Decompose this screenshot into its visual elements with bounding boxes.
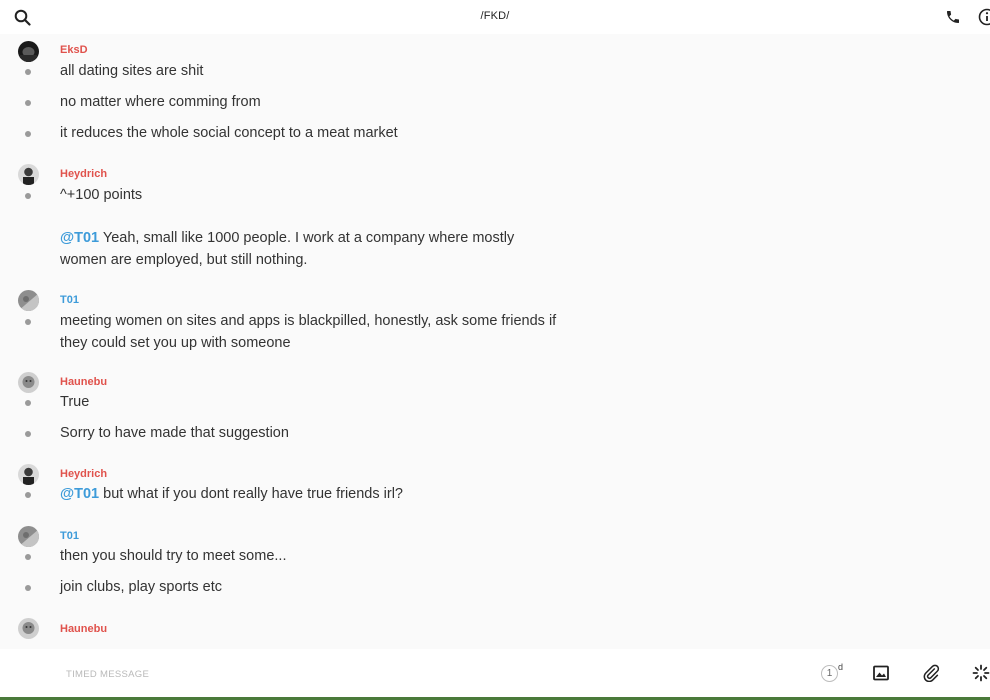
- avatar[interactable]: [18, 618, 39, 639]
- message-text: @T01 Yeah, small like 1000 people. I wor…: [60, 227, 560, 271]
- avatar[interactable]: [18, 41, 39, 62]
- timer-unit: d: [838, 662, 844, 672]
- message-bullet: [25, 131, 31, 137]
- message-bullet: [25, 69, 31, 75]
- author-name[interactable]: T01: [60, 294, 79, 306]
- call-button[interactable]: [943, 8, 963, 26]
- message-bullet: [25, 431, 31, 437]
- author-name[interactable]: EksD: [60, 44, 88, 56]
- message-text: no matter where comming from: [60, 94, 261, 110]
- message-text: @T01 but what if you dont really have tr…: [60, 483, 560, 505]
- message-bullet: [25, 100, 31, 106]
- avatar[interactable]: [18, 526, 39, 547]
- conversation-title[interactable]: /FKD/: [0, 10, 990, 22]
- message-input[interactable]: [66, 667, 666, 681]
- author-name[interactable]: Heydrich: [60, 168, 107, 180]
- author-name[interactable]: Haunebu: [60, 376, 107, 388]
- message-text: then you should try to meet some...: [60, 548, 287, 564]
- avatar[interactable]: [18, 164, 39, 185]
- message-list[interactable]: EksD all dating sites are shit no matter…: [0, 34, 990, 649]
- author-name[interactable]: T01: [60, 530, 79, 542]
- message-bullet: [25, 585, 31, 591]
- message-text: meeting women on sites and apps is black…: [60, 313, 557, 351]
- message-bullet: [25, 400, 31, 406]
- message-text: True: [60, 394, 90, 410]
- paperclip-icon: [923, 664, 940, 682]
- message-composer: 1 d: [0, 649, 990, 697]
- send-image-button[interactable]: [873, 665, 889, 681]
- avatar[interactable]: [18, 464, 39, 485]
- message-group-header: Haunebu: [0, 617, 990, 643]
- user-mention[interactable]: @T01: [60, 230, 99, 246]
- conversation-header: /FKD/: [0, 0, 990, 34]
- avatar[interactable]: [18, 372, 39, 393]
- avatar[interactable]: [18, 290, 39, 311]
- timed-message-button[interactable]: 1 d: [821, 662, 847, 684]
- spinner-icon: [972, 664, 990, 682]
- conversation-info-button[interactable]: [978, 8, 990, 26]
- message-text: ^+100 points: [60, 187, 143, 203]
- ephemeral-button[interactable]: [972, 664, 990, 682]
- message-text: join clubs, play sports etc: [60, 579, 222, 595]
- user-mention[interactable]: @T01: [60, 486, 99, 502]
- message-text: it reduces the whole social concept to a…: [60, 125, 398, 141]
- attach-file-button[interactable]: [922, 664, 940, 682]
- message-bullet: [25, 554, 31, 560]
- message-text: all dating sites are shit: [60, 63, 204, 79]
- message-body: Yeah, small like 1000 people. I work at …: [60, 230, 515, 268]
- message-text: Sorry to have made that suggestion: [60, 425, 289, 441]
- message-bullet: [25, 319, 31, 325]
- message-bullet: [25, 492, 31, 498]
- author-name[interactable]: Heydrich: [60, 468, 107, 480]
- phone-icon: [947, 11, 959, 23]
- message-body: but what if you dont really have true fr…: [99, 486, 403, 502]
- message-bullet: [25, 193, 31, 199]
- image-icon: [873, 665, 889, 681]
- timer-value: 1: [821, 665, 838, 682]
- info-icon: [978, 8, 990, 26]
- author-name[interactable]: Haunebu: [60, 623, 107, 635]
